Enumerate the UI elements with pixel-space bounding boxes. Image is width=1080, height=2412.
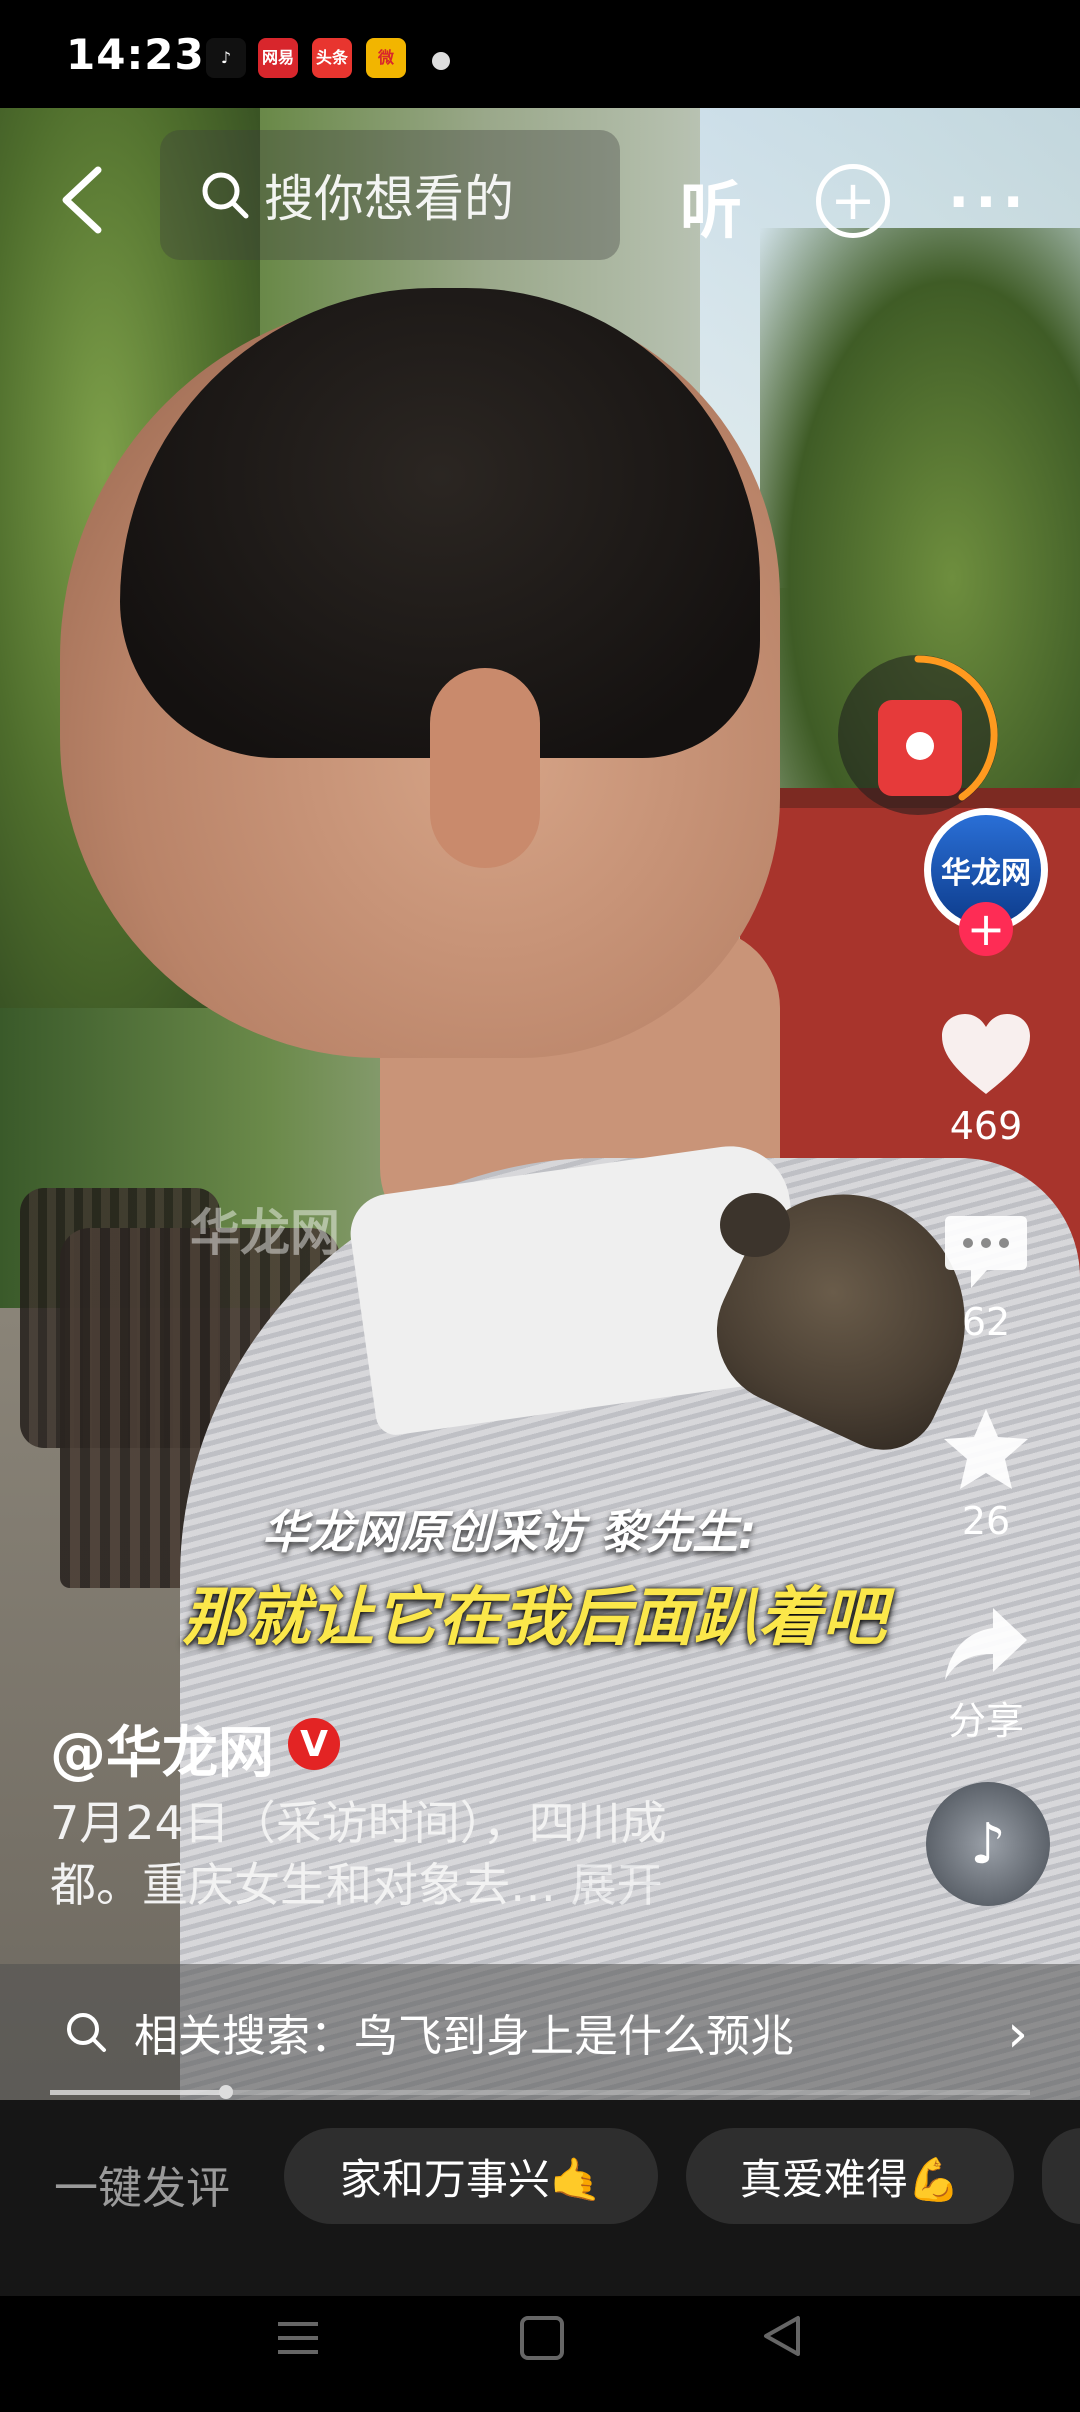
author-name[interactable]: @华龙网 [50, 1708, 274, 1789]
verified-badge-icon: V [288, 1718, 340, 1770]
follow-button[interactable]: + [959, 902, 1013, 956]
quick-comment-chip[interactable]: 家和万事兴🤙 [284, 2128, 658, 2224]
like-button[interactable]: 469 [916, 1010, 1056, 1148]
star-icon [944, 1409, 1028, 1489]
toutiao-icon: 头条 [312, 38, 352, 78]
caption-speaker: 华龙网原创采访 黎先生: [262, 1505, 757, 1559]
heart-icon [942, 1014, 1030, 1094]
music-disc-button[interactable]: ♪ [926, 1782, 1050, 1906]
description-line-2: 都。重庆女生和对象去… 展开 [50, 1858, 663, 1912]
red-packet-dot [906, 732, 934, 760]
tiktok-icon: ♪ [206, 38, 246, 78]
notification-dot-icon [432, 52, 450, 70]
comment-count: 62 [961, 1300, 1011, 1344]
listen-button[interactable]: 听 [680, 160, 742, 250]
more-button[interactable]: ··· [948, 170, 1030, 235]
weibo-icon: 微 [366, 38, 406, 78]
quick-comment-chip[interactable]: 真爱难得💪 [686, 2128, 1014, 2224]
video-progress-handle[interactable] [219, 2085, 233, 2099]
expand-link[interactable]: 展开 [571, 1858, 663, 1912]
video-bird-head [720, 1193, 790, 1257]
caption-subtitle: 那就让它在我后面趴着吧 [182, 1581, 886, 1655]
share-button[interactable]: 分享 [916, 1602, 1056, 1745]
post-description[interactable]: 7月24日（采访时间），四川成 都。重庆女生和对象去… 展开 [50, 1792, 770, 1916]
plus-icon: + [830, 169, 876, 232]
video-watermark: 华龙网 [190, 1204, 340, 1262]
add-button[interactable]: + [816, 164, 890, 238]
search-icon [202, 172, 249, 219]
search-icon [67, 2013, 106, 2052]
description-line: 7月24日（采访时间），四川成 [50, 1796, 667, 1850]
search-box[interactable]: 搜你想看的 [160, 130, 620, 260]
like-count: 469 [949, 1104, 1023, 1148]
share-label: 分享 [947, 1699, 1024, 1743]
music-note-icon: ♪ [970, 1811, 1006, 1877]
menu-icon[interactable] [276, 2318, 320, 2358]
search-placeholder: 搜你想看的 [264, 170, 514, 228]
chevron-right-icon: › [1007, 2004, 1028, 2064]
favorite-count: 26 [961, 1499, 1011, 1543]
back-triangle-icon[interactable] [760, 2314, 804, 2358]
status-time: 14:23 [66, 30, 205, 79]
related-search-text: 相关搜索：鸟飞到身上是什么预兆 [134, 2011, 794, 2062]
video-ear [430, 668, 540, 868]
comment-button[interactable]: 62 [916, 1210, 1056, 1344]
more-dots-icon: ··· [948, 170, 1030, 235]
quick-comment-label: 一键发评 [54, 2163, 230, 2214]
video-progress-fill [50, 2090, 226, 2095]
favorite-button[interactable]: 26 [916, 1405, 1056, 1543]
share-arrow-icon [945, 1608, 1027, 1680]
related-search-bar[interactable]: 相关搜索：鸟飞到身上是什么预兆 › [0, 1964, 1080, 2100]
chevron-left-icon [62, 166, 102, 234]
comment-icon [945, 1216, 1027, 1288]
plus-icon: + [966, 902, 1006, 956]
netease-news-icon: 网易 [258, 38, 298, 78]
back-button[interactable] [54, 160, 124, 240]
home-icon[interactable] [520, 2316, 564, 2360]
